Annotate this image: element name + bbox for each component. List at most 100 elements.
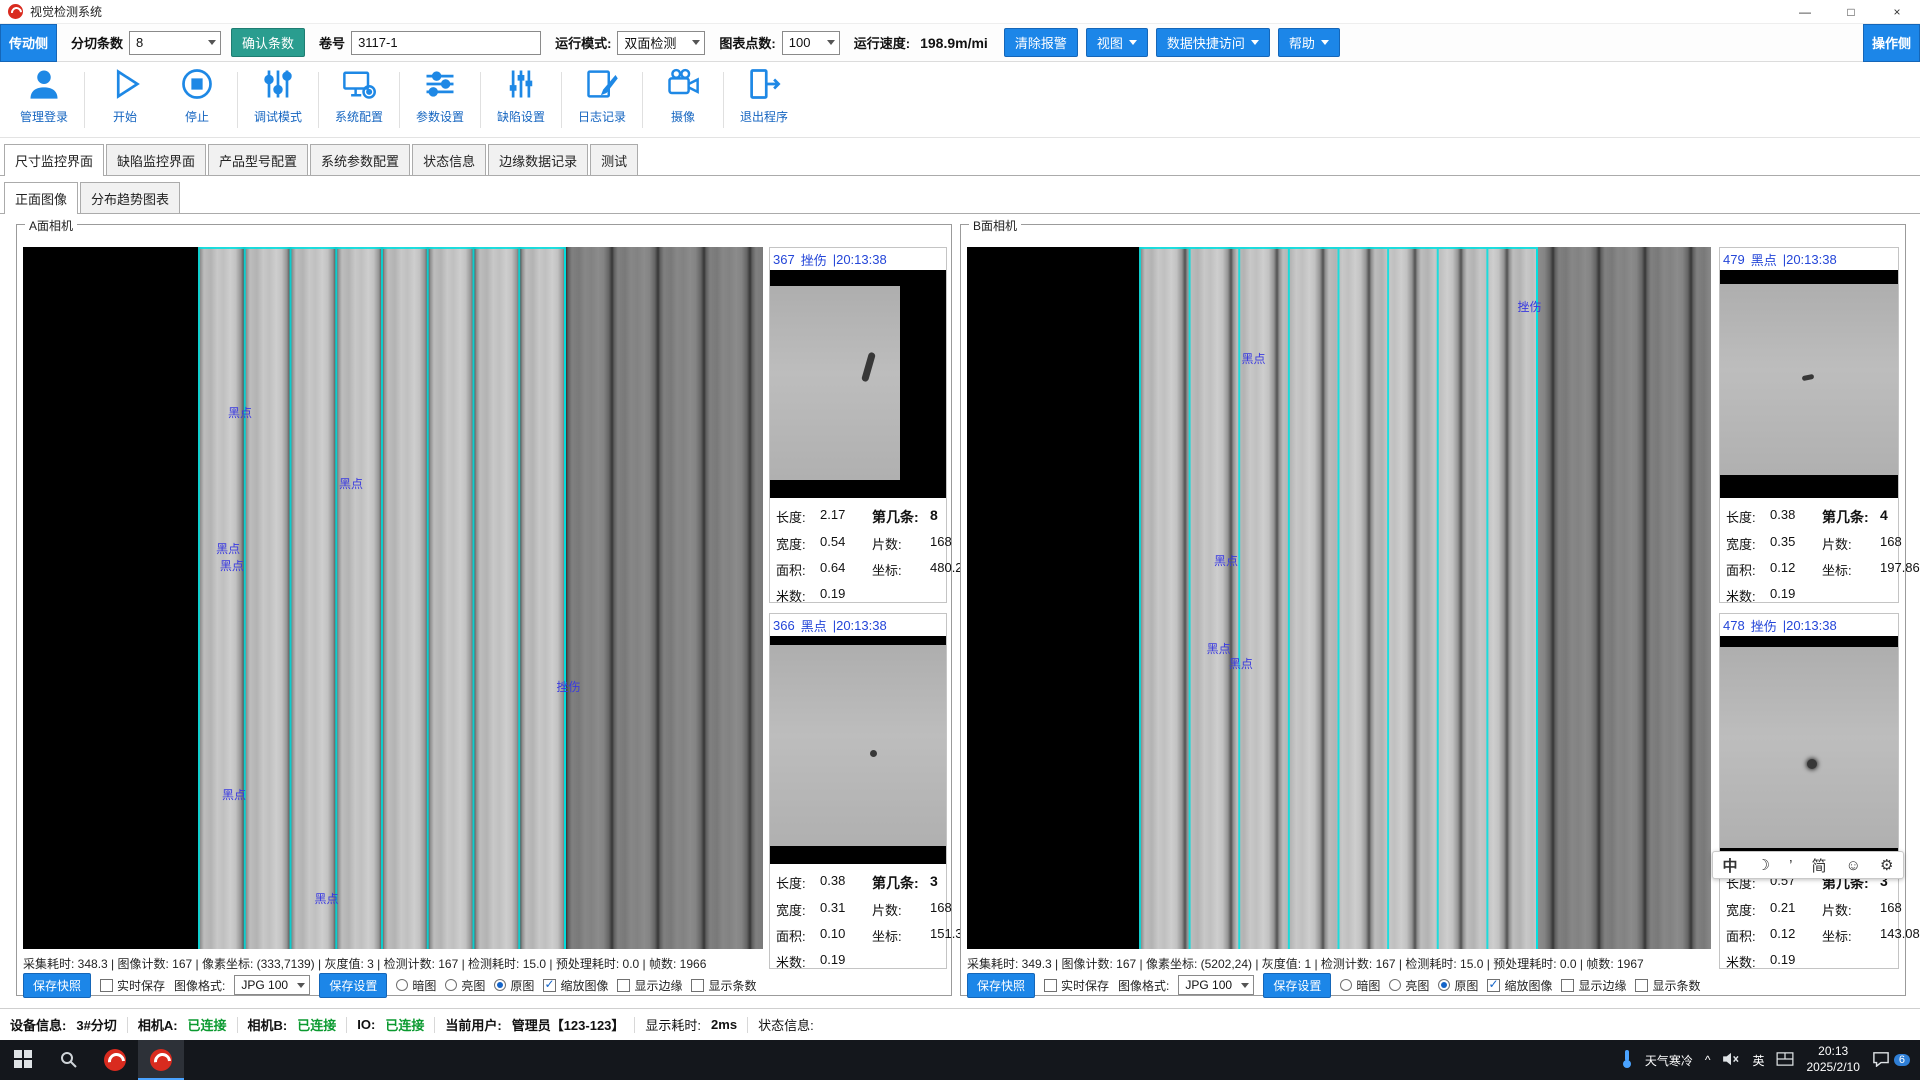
tab-test[interactable]: 测试 xyxy=(590,144,638,175)
tab-defect-monitor[interactable]: 缺陷监控界面 xyxy=(106,144,206,175)
dropdown-arrow-icon xyxy=(684,40,700,45)
defect-card-b-2[interactable]: 478 挫伤 |20:13:38 长度:0.57 第几条:3 宽度:0.21 片… xyxy=(1719,613,1899,969)
camera-a-view[interactable]: 黑点 黑点 黑点 黑点 挫伤 黑点 黑点 xyxy=(23,247,763,949)
title-bar: 视觉检测系统 — □ × xyxy=(0,0,1920,24)
bright-image-radio[interactable]: 亮图 xyxy=(1389,977,1429,994)
input-language-indicator[interactable]: 英 xyxy=(1752,1052,1764,1069)
show-edge-checkbox[interactable]: 显示边缘 xyxy=(617,977,682,994)
save-settings-button[interactable]: 保存设置 xyxy=(319,973,387,998)
chart-points-select[interactable]: 100 xyxy=(782,31,840,55)
image-format-select[interactable]: JPG 100 xyxy=(234,975,310,995)
taskbar-app-icon-active[interactable] xyxy=(138,1040,184,1080)
slit-count-select[interactable]: 8 xyxy=(129,31,221,55)
drive-side-button[interactable]: 传动侧 xyxy=(0,24,57,62)
taskbar-clock[interactable]: 20:13 2025/2/10 xyxy=(1806,1044,1859,1075)
save-snapshot-button[interactable]: 保存快照 xyxy=(23,973,91,998)
show-count-checkbox[interactable]: 显示条数 xyxy=(1635,977,1700,994)
tab-status-info[interactable]: 状态信息 xyxy=(412,144,486,175)
ime-fullwidth-icon[interactable]: ☽ xyxy=(1757,856,1770,874)
help-menu-button[interactable]: 帮助 xyxy=(1278,28,1340,57)
camera-b-status-value: 已连接 xyxy=(297,1015,336,1034)
save-snapshot-button[interactable]: 保存快照 xyxy=(967,973,1035,998)
system-config-button[interactable]: 系统配置 xyxy=(323,66,395,134)
volume-muted-icon[interactable] xyxy=(1722,1052,1740,1069)
zoom-image-checkbox[interactable]: 缩放图像 xyxy=(1487,977,1552,994)
weather-text[interactable]: 天气寒冷 xyxy=(1645,1052,1693,1069)
original-image-radio[interactable]: 原图 xyxy=(494,977,534,994)
display-time-label: 显示耗时: xyxy=(645,1015,701,1034)
realtime-save-checkbox[interactable]: 实时保存 xyxy=(1044,977,1109,994)
confirm-count-button[interactable]: 确认条数 xyxy=(231,28,305,57)
start-run-button[interactable]: 开始 xyxy=(89,66,161,134)
realtime-save-checkbox[interactable]: 实时保存 xyxy=(100,977,165,994)
maximize-button[interactable]: □ xyxy=(1828,0,1874,23)
notification-center-button[interactable]: 6 xyxy=(1872,1051,1910,1070)
tab-size-monitor[interactable]: 尺寸监控界面 xyxy=(4,144,104,176)
debug-mode-button[interactable]: 调试模式 xyxy=(242,66,314,134)
defect-thumbnail xyxy=(1720,636,1898,864)
defect-card-header: 367 挫伤 |20:13:38 xyxy=(770,248,946,270)
minimize-button[interactable]: — xyxy=(1782,0,1828,23)
original-image-radio[interactable]: 原图 xyxy=(1438,977,1478,994)
slit-count-label: 分切条数 xyxy=(71,33,123,52)
search-icon[interactable] xyxy=(46,1040,92,1080)
data-quick-access-menu-button[interactable]: 数据快捷访问 xyxy=(1156,28,1270,57)
hidden-icons-chevron[interactable]: ^ xyxy=(1705,1053,1711,1067)
tab-edge-data-record[interactable]: 边缘数据记录 xyxy=(488,144,588,175)
defect-card-a-1[interactable]: 367 挫伤 |20:13:38 长度:2.17 第几条:8 宽度:0.54 片… xyxy=(769,247,947,603)
chart-points-value: 100 xyxy=(789,35,811,50)
thermometer-icon xyxy=(1621,1049,1633,1072)
ime-punctuation-icon[interactable]: ’ xyxy=(1789,857,1792,874)
dark-image-radio[interactable]: 暗图 xyxy=(396,977,436,994)
operate-side-button[interactable]: 操作侧 xyxy=(1863,24,1920,62)
image-format-select[interactable]: JPG 100 xyxy=(1178,975,1254,995)
admin-login-button[interactable]: 管理登录 xyxy=(8,66,80,134)
stop-run-button[interactable]: 停止 xyxy=(161,66,233,134)
ime-emoji-icon[interactable]: ☺ xyxy=(1846,857,1861,874)
camera-a-status-label: 相机A: xyxy=(138,1015,178,1034)
save-settings-button[interactable]: 保存设置 xyxy=(1263,973,1331,998)
camera-b-view[interactable]: 挫伤 黑点 黑点 黑点 黑点 xyxy=(967,247,1711,949)
defect-card-b-1[interactable]: 479 黑点 |20:13:38 长度:0.38 第几条:4 宽度:0.35 片… xyxy=(1719,247,1899,603)
show-edge-checkbox[interactable]: 显示边缘 xyxy=(1561,977,1626,994)
defect-settings-button[interactable]: 缺陷设置 xyxy=(485,66,557,134)
log-record-button[interactable]: 日志记录 xyxy=(566,66,638,134)
stripe-dim-zone xyxy=(1538,247,1711,949)
view-menu-button[interactable]: 视图 xyxy=(1086,28,1148,57)
start-button[interactable] xyxy=(0,1040,46,1080)
roll-number-input[interactable] xyxy=(351,31,541,55)
defect-card-header: 366 黑点 |20:13:38 xyxy=(770,614,946,636)
app-logo-icon xyxy=(104,1049,126,1071)
touch-keyboard-icon[interactable] xyxy=(1776,1052,1794,1069)
roll-number-label: 卷号 xyxy=(319,33,345,52)
dark-image-radio[interactable]: 暗图 xyxy=(1340,977,1380,994)
run-mode-select[interactable]: 双面检测 xyxy=(617,31,705,55)
dropdown-arrow-icon xyxy=(819,40,835,45)
divider xyxy=(642,72,643,128)
tab-system-params-config[interactable]: 系统参数配置 xyxy=(310,144,410,175)
zoom-image-checkbox[interactable]: 缩放图像 xyxy=(543,977,608,994)
tab-product-model-config[interactable]: 产品型号配置 xyxy=(208,144,308,175)
tab-front-image[interactable]: 正面图像 xyxy=(4,182,78,214)
defect-overlay-label: 黑点 xyxy=(228,404,252,421)
exit-program-button[interactable]: 退出程序 xyxy=(728,66,800,134)
defect-card-a-2[interactable]: 366 黑点 |20:13:38 长度:0.38 第几条:3 宽度:0.31 片… xyxy=(769,613,947,969)
clear-alarm-button[interactable]: 清除报警 xyxy=(1004,28,1078,57)
current-user-value: 管理员【123-123】 xyxy=(512,1015,625,1034)
tab-trend-chart[interactable]: 分布趋势图表 xyxy=(80,182,180,213)
camera-capture-button[interactable]: 摄像 xyxy=(647,66,719,134)
monitor-gear-icon xyxy=(341,66,377,105)
strip-divider-lines xyxy=(1139,247,1539,949)
ime-settings-icon[interactable]: ⚙ xyxy=(1880,856,1893,874)
close-button[interactable]: × xyxy=(1874,0,1920,23)
divider xyxy=(346,1017,347,1033)
ime-simplified-toggle[interactable]: 简 xyxy=(1812,855,1827,876)
taskbar-tray: 天气寒冷 ^ 英 20:13 2025/2/10 6 xyxy=(1621,1040,1920,1080)
status-info-label: 状态信息: xyxy=(758,1015,814,1034)
menu-arrow-icon xyxy=(1321,40,1329,45)
params-settings-button[interactable]: 参数设置 xyxy=(404,66,476,134)
ime-lang-toggle[interactable]: 中 xyxy=(1723,855,1738,876)
bright-image-radio[interactable]: 亮图 xyxy=(445,977,485,994)
show-count-checkbox[interactable]: 显示条数 xyxy=(691,977,756,994)
taskbar-app-icon[interactable] xyxy=(92,1040,138,1080)
